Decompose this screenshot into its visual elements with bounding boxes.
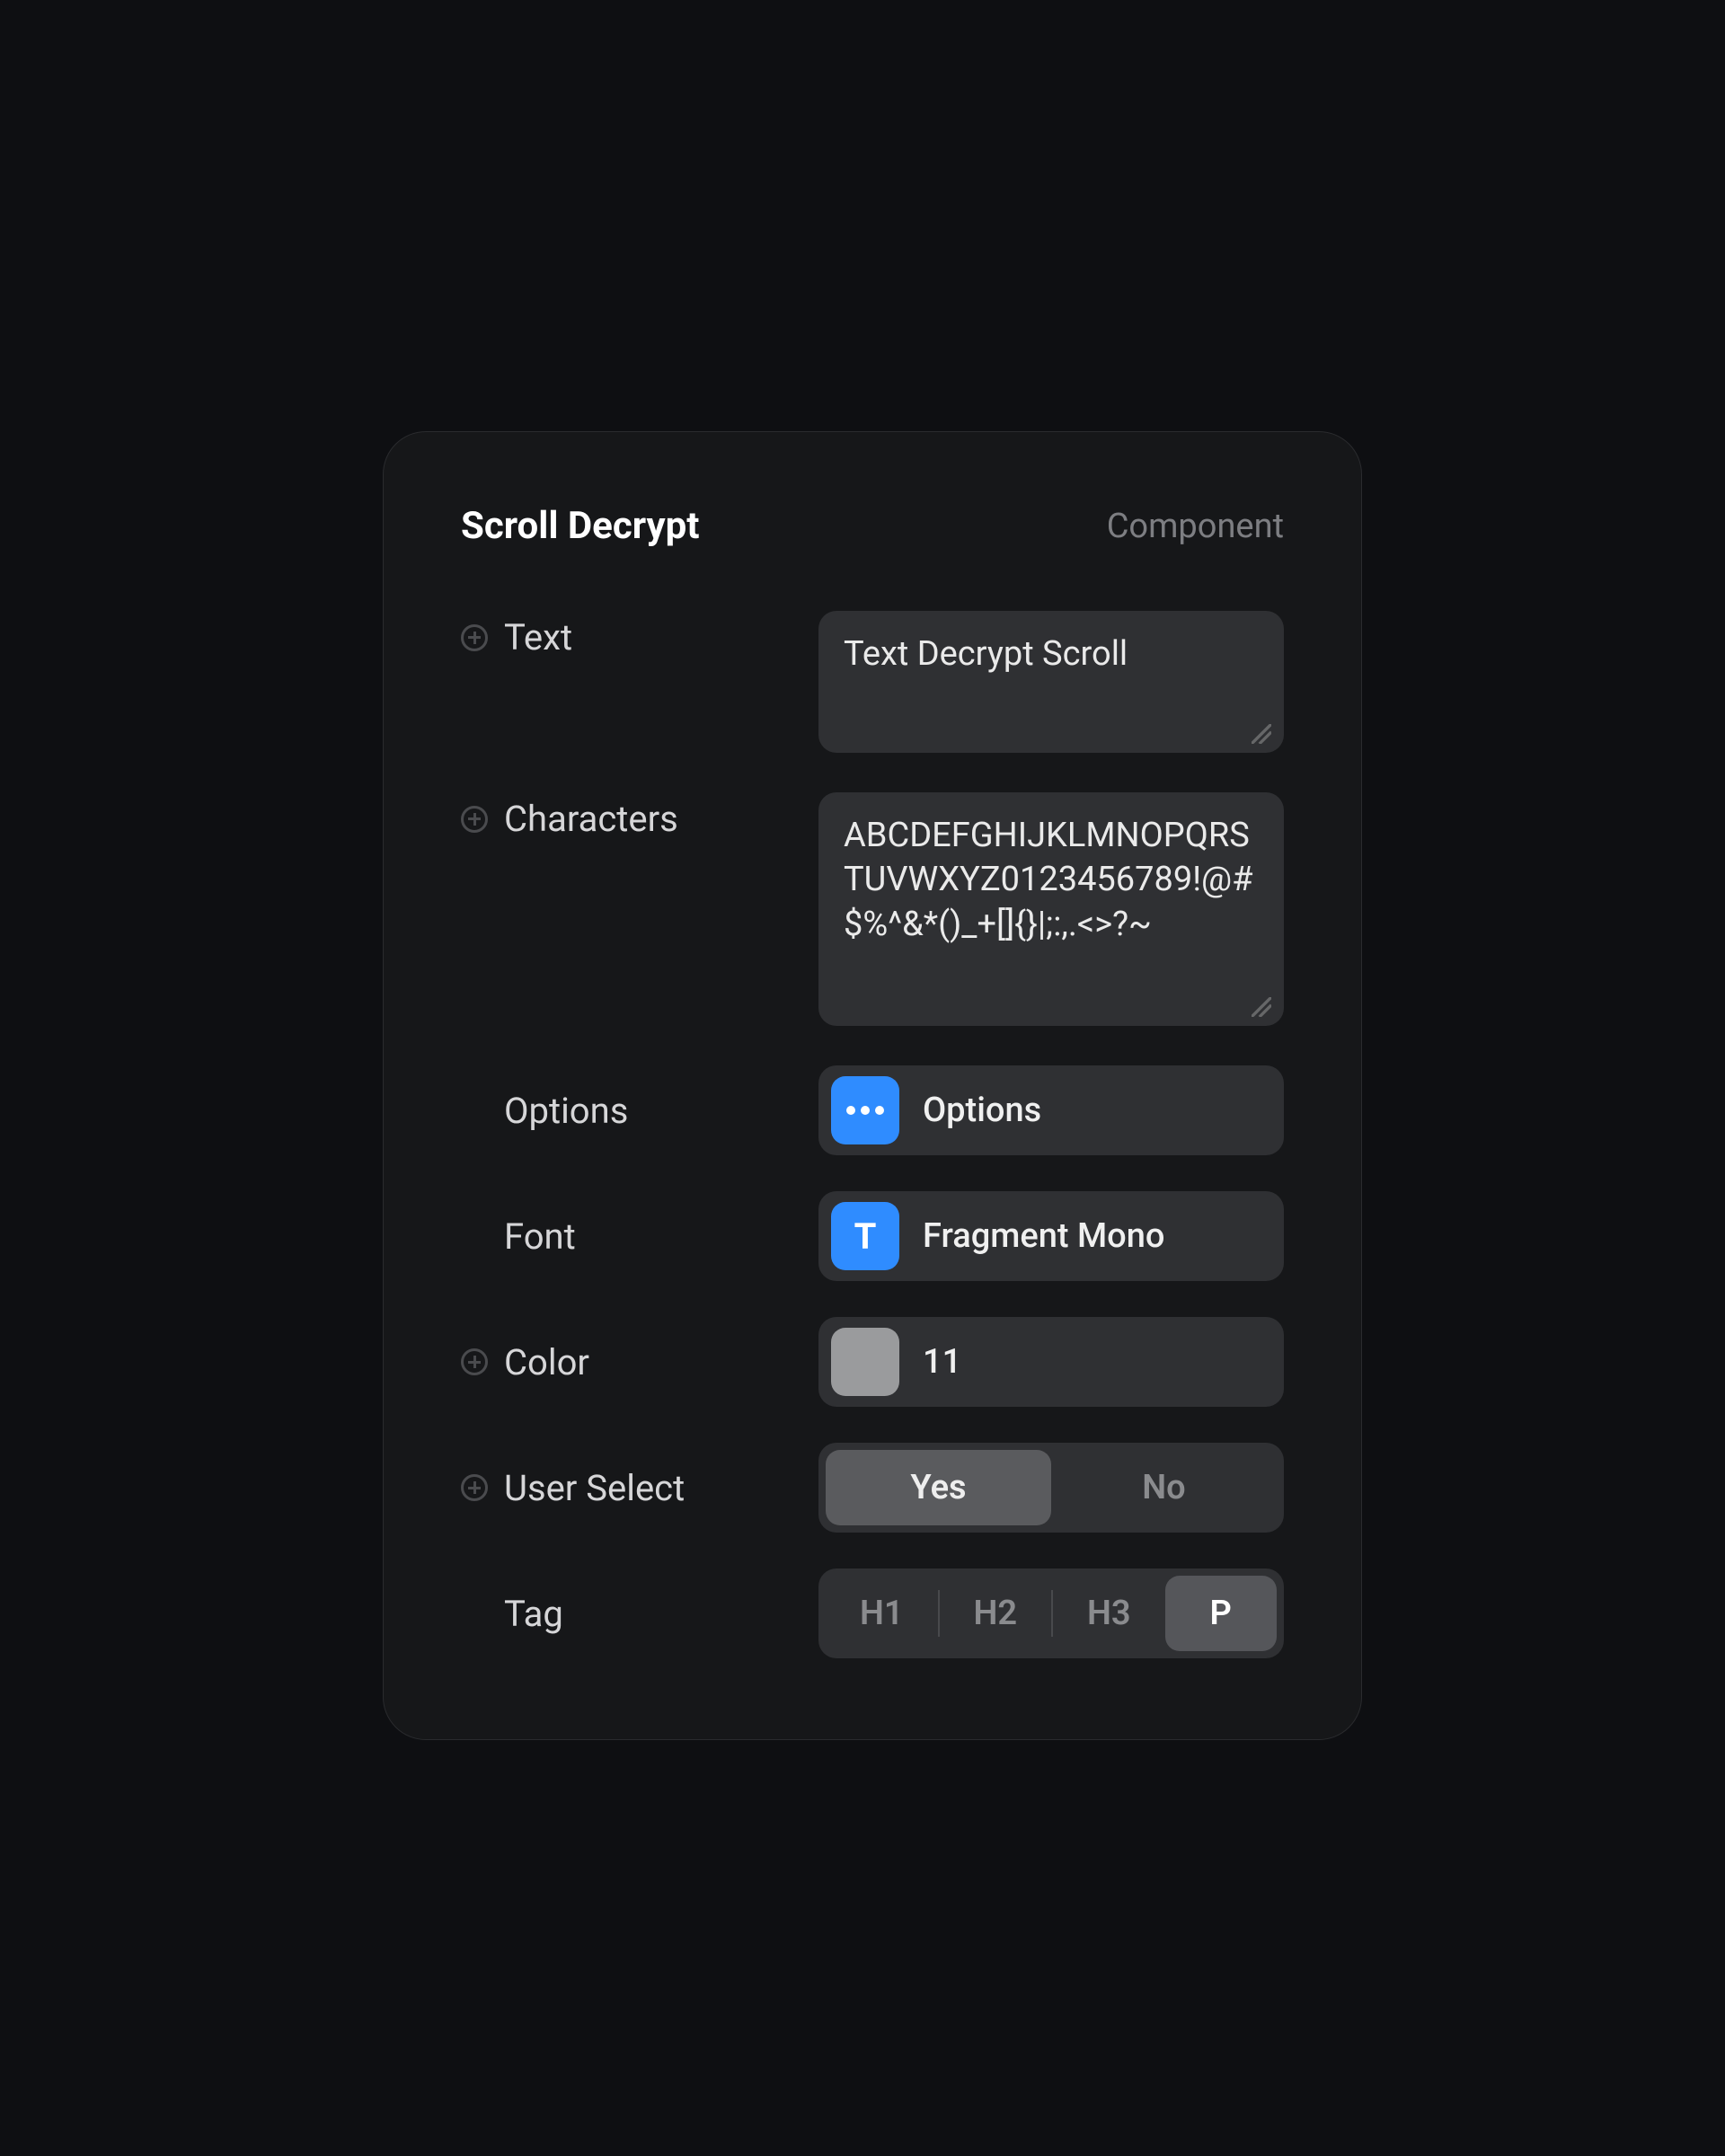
row-characters: Characters [461, 792, 1284, 1029]
label-col-user-select: User Select [461, 1467, 818, 1509]
plus-circle-icon[interactable] [461, 806, 488, 833]
panel-header: Scroll Decrypt Component [461, 504, 1284, 548]
control-text [818, 611, 1284, 756]
user-select-segmented: Yes No [818, 1443, 1284, 1533]
characters-input[interactable] [818, 792, 1284, 1026]
tag-p[interactable]: P [1165, 1576, 1278, 1651]
component-panel: Scroll Decrypt Component Text [383, 431, 1362, 1740]
label-color: Color [504, 1341, 589, 1383]
tag-h3[interactable]: H3 [1053, 1576, 1165, 1651]
control-options: Options [818, 1065, 1284, 1155]
panel-subtitle: Component [1107, 507, 1284, 546]
row-tag: Tag H1 H2 H3 P [461, 1568, 1284, 1658]
ellipsis-icon [831, 1076, 899, 1144]
row-color: Color 11 [461, 1317, 1284, 1407]
plus-circle-icon[interactable] [461, 1474, 488, 1501]
row-options: Options Options [461, 1065, 1284, 1155]
tag-segmented: H1 H2 H3 P [818, 1568, 1284, 1658]
label-font: Font [504, 1215, 576, 1258]
label-col-text: Text [461, 611, 818, 658]
plus-circle-icon[interactable] [461, 624, 488, 651]
label-options: Options [504, 1090, 628, 1132]
textarea-wrap-characters [818, 792, 1284, 1029]
control-user-select: Yes No [818, 1443, 1284, 1533]
icon-spacer [461, 1600, 488, 1627]
color-value: 11 [923, 1342, 961, 1382]
label-col-options: Options [461, 1090, 818, 1132]
label-text: Text [504, 616, 572, 658]
panel-title: Scroll Decrypt [461, 504, 699, 548]
control-tag: H1 H2 H3 P [818, 1568, 1284, 1658]
control-font: T Fragment Mono [818, 1191, 1284, 1281]
control-characters [818, 792, 1284, 1029]
label-user-select: User Select [504, 1467, 685, 1509]
row-font: Font T Fragment Mono [461, 1191, 1284, 1281]
font-chip-letter: T [854, 1215, 877, 1258]
label-col-color: Color [461, 1341, 818, 1383]
label-col-tag: Tag [461, 1593, 818, 1635]
text-input[interactable] [818, 611, 1284, 753]
label-tag: Tag [504, 1593, 563, 1635]
options-picker[interactable]: Options [818, 1065, 1284, 1155]
user-select-yes[interactable]: Yes [826, 1450, 1051, 1525]
color-swatch-icon [831, 1328, 899, 1396]
label-characters: Characters [504, 798, 678, 840]
icon-spacer [461, 1223, 488, 1250]
label-col-characters: Characters [461, 792, 818, 840]
font-picker[interactable]: T Fragment Mono [818, 1191, 1284, 1281]
user-select-no[interactable]: No [1051, 1450, 1277, 1525]
font-chip-icon: T [831, 1202, 899, 1270]
icon-spacer [461, 1097, 488, 1124]
canvas: Scroll Decrypt Component Text [0, 0, 1725, 2156]
plus-circle-icon[interactable] [461, 1348, 488, 1375]
options-value: Options [923, 1091, 1041, 1130]
row-text: Text [461, 611, 1284, 756]
color-picker[interactable]: 11 [818, 1317, 1284, 1407]
label-col-font: Font [461, 1215, 818, 1258]
control-color: 11 [818, 1317, 1284, 1407]
textarea-wrap-text [818, 611, 1284, 756]
tag-h1[interactable]: H1 [826, 1576, 938, 1651]
row-user-select: User Select Yes No [461, 1443, 1284, 1533]
tag-h2[interactable]: H2 [940, 1576, 1052, 1651]
font-value: Fragment Mono [923, 1216, 1164, 1256]
